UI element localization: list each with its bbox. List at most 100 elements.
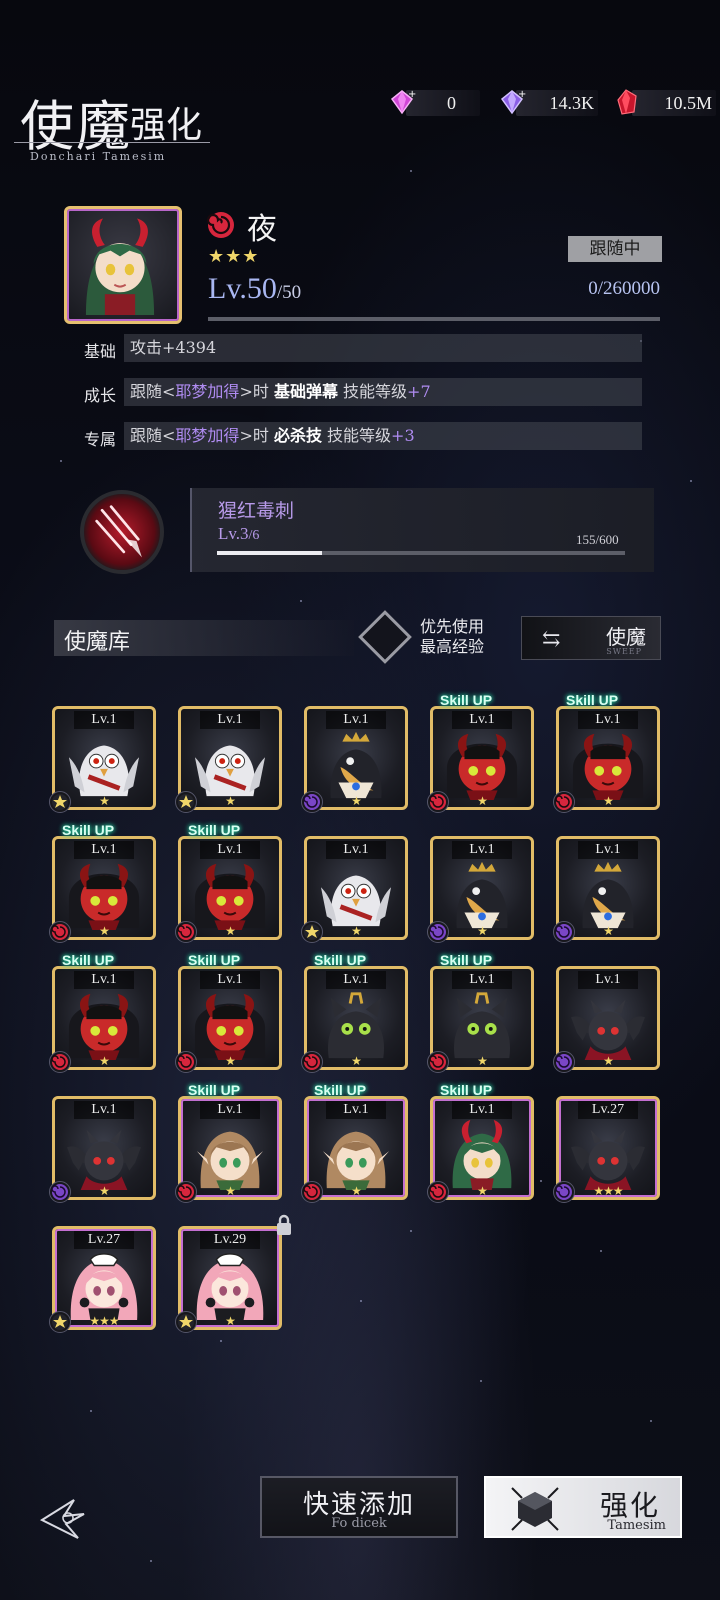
owl-portrait-art [194, 745, 266, 797]
familiar-card[interactable]: Lv.1 ★ [49, 1096, 156, 1203]
card-level: Lv.1 [326, 841, 386, 859]
currency-value: 10.5M [664, 92, 712, 113]
familiar-card[interactable]: Lv.1 ★ Skill UP [301, 952, 408, 1073]
familiar-stars: ★★★ [208, 246, 260, 267]
familiar-card[interactable]: Lv.1 ★ [427, 836, 534, 943]
bat-portrait-art [571, 999, 645, 1061]
stat-value-growth: 跟随<耶梦加得>时 基础弹幕 技能等级+7 [124, 378, 642, 406]
star-element-icon [49, 791, 71, 813]
purple-element-icon [427, 921, 449, 943]
familiar-card[interactable]: Lv.1 ★ [49, 706, 156, 813]
familiar-card[interactable]: Lv.1 ★ Skill UP [427, 692, 534, 813]
familiar-card[interactable]: Lv.1 ★ Skill UP [427, 952, 534, 1073]
lock-icon[interactable] [274, 1214, 294, 1236]
enhance-button[interactable]: 强化 Tamesim [484, 1476, 682, 1538]
back-arrow-icon[interactable] [34, 1490, 90, 1546]
familiar-card[interactable]: Lv.1 ★ [553, 836, 660, 943]
stat-text: >时 [239, 382, 274, 401]
familiar-card[interactable]: Lv.1 ★ [175, 706, 282, 813]
sweep-button-sublabel: SWEEP [606, 647, 642, 656]
currency-pink-gem[interactable]: + 0 [388, 88, 480, 118]
priority-exp-label-line2: 最高经验 [420, 637, 485, 656]
skill-up-badge: Skill UP [188, 1082, 241, 1098]
red-element-icon [49, 921, 71, 943]
skill-level: Lv.3/6 [218, 524, 259, 544]
red-element-icon [175, 1181, 197, 1203]
currency-bar [406, 90, 480, 116]
familiar-card[interactable]: Lv.27 ★★★ [49, 1226, 156, 1333]
stat-text: 技能等级 [321, 426, 392, 445]
skill-up-badge: Skill UP [440, 692, 493, 708]
familiar-card[interactable]: Lv.1 ★ Skill UP [49, 822, 156, 943]
stat-text: 技能等级 [337, 382, 408, 401]
star-element-icon [175, 1311, 197, 1333]
skill-up-badge: Skill UP [314, 952, 367, 968]
familiar-card[interactable]: Lv.1 ★ Skill UP [175, 822, 282, 943]
purple-gem-plus-icon: + [500, 89, 526, 115]
stat-highlight-target: 耶梦加得 [175, 426, 240, 445]
skill-up-badge: Skill UP [440, 1082, 493, 1098]
skill-up-badge: Skill UP [188, 822, 241, 838]
card-level: Lv.1 [74, 711, 134, 729]
skill-level-value: Lv.3 [218, 524, 249, 543]
familiar-card[interactable]: Lv.1 ★ Skill UP [175, 1082, 282, 1203]
card-level: Lv.1 [74, 971, 134, 989]
elf-portrait-art [196, 1131, 264, 1191]
familiar-card[interactable]: Lv.1 ★ [301, 836, 408, 943]
selected-familiar-portrait[interactable] [64, 206, 182, 324]
card-level: Lv.27 [74, 1231, 134, 1249]
elf-portrait-art [322, 1131, 390, 1191]
familiar-card[interactable]: Lv.27 ★★★ [553, 1096, 660, 1203]
card-level: Lv.1 [74, 841, 134, 859]
crow-portrait-art [582, 861, 634, 929]
familiar-level: Lv.50/50 [208, 272, 301, 306]
skill-up-badge: Skill UP [62, 822, 115, 838]
red-element-icon [301, 1051, 323, 1073]
stat-value-exclusive: 跟随<耶梦加得>时 必杀技 技能等级+3 [124, 422, 642, 450]
maid-portrait-art [70, 1253, 138, 1321]
card-level: Lv.1 [200, 711, 260, 729]
red-element-icon [175, 921, 197, 943]
star-element-icon [301, 921, 323, 943]
page-subtitle: Donchari Tamesim [30, 150, 167, 163]
priority-exp-checkbox[interactable] [358, 610, 412, 664]
pink-gem-plus-icon: + [390, 89, 416, 115]
cat-portrait-art [327, 992, 385, 1059]
card-level: Lv.1 [578, 971, 638, 989]
star-element-icon [49, 1311, 71, 1333]
enhance-cube-icon [511, 1487, 559, 1531]
skill-icon[interactable] [80, 490, 164, 574]
purple-element-icon [49, 1181, 71, 1203]
skill-progress-text: 155/600 [576, 532, 619, 547]
skill-up-badge: Skill UP [440, 952, 493, 968]
stat-label-growth: 成长 [84, 386, 117, 405]
familiar-card[interactable]: Lv.1 ★ Skill UP [301, 1082, 408, 1203]
familiar-card[interactable]: Lv.1 ★ Skill UP [427, 1082, 534, 1203]
skill-up-badge: Skill UP [314, 1082, 367, 1098]
card-level: Lv.1 [74, 1101, 134, 1119]
familiar-card[interactable]: Lv.1 ★ Skill UP [49, 952, 156, 1073]
familiar-exp-bar [208, 317, 660, 321]
currency-red-crystal[interactable]: 10.5M [614, 88, 716, 118]
bat-portrait-art [571, 1129, 645, 1191]
library-title: 使魔库 [64, 630, 131, 655]
red-element-icon [301, 1181, 323, 1203]
follow-status-badge: 跟随中 [568, 236, 662, 262]
priority-exp-label[interactable]: 优先使用 最高经验 [420, 617, 484, 657]
familiar-card[interactable]: Lv.29 ★ [175, 1214, 291, 1333]
familiar-card[interactable]: Lv.1 ★ Skill UP [175, 952, 282, 1073]
red-element-icon [427, 1181, 449, 1203]
stat-highlight-target: 耶梦加得 [175, 382, 240, 401]
red-element-icon [49, 1051, 71, 1073]
sweep-familiar-button[interactable]: ⇆ 使魔 SWEEP [521, 616, 661, 660]
quick-add-button[interactable]: 快速添加 Fo dicek [260, 1476, 458, 1538]
familiar-card[interactable]: Lv.1 ★ Skill UP [553, 692, 660, 813]
currency-purple-gem[interactable]: + 14.3K [498, 88, 598, 118]
familiar-card[interactable]: Lv.1 ★ [553, 966, 660, 1073]
currency-value: 0 [447, 92, 456, 113]
familiar-card[interactable]: Lv.1 ★ [301, 706, 408, 813]
stat-label-exclusive: 专属 [84, 430, 117, 449]
red-element-icon [553, 791, 575, 813]
purple-element-icon [553, 1051, 575, 1073]
card-level: Lv.1 [578, 711, 638, 729]
